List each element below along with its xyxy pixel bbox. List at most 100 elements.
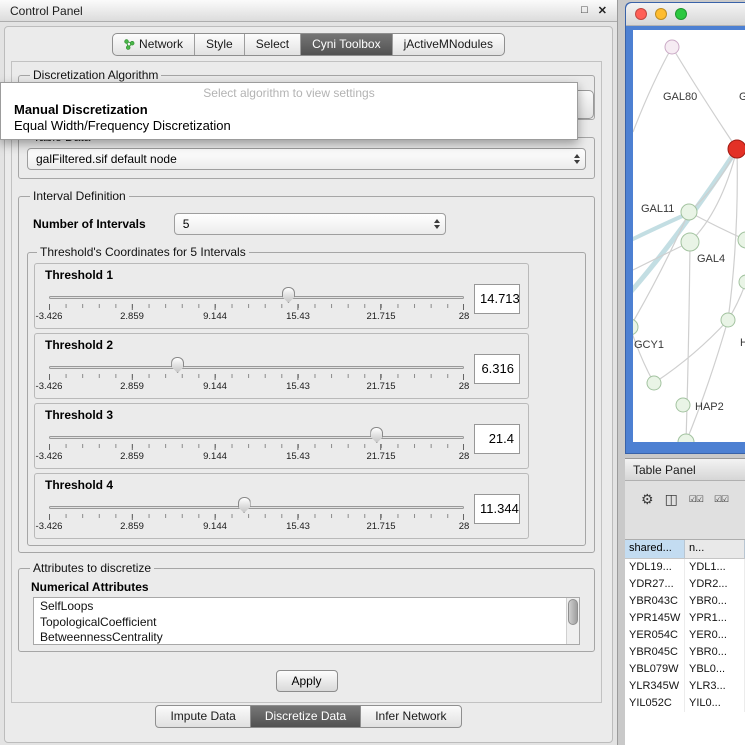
- float-window-icon[interactable]: □: [581, 4, 588, 17]
- tab-impute-data[interactable]: Impute Data: [155, 705, 250, 728]
- network-node[interactable]: [665, 40, 679, 54]
- slider-thumb[interactable]: [238, 497, 251, 513]
- network-graph[interactable]: GAL80GGAL11GAL4GCY1HHAP2: [633, 30, 745, 442]
- slider-thumb[interactable]: [370, 427, 383, 443]
- tab-style[interactable]: Style: [194, 34, 244, 55]
- table-cell: YER0...: [685, 627, 745, 644]
- window-minimize-icon[interactable]: [655, 8, 667, 20]
- numerical-attributes-list[interactable]: SelfLoopsTopologicalCoefficientBetweenne…: [33, 597, 580, 645]
- network-edge[interactable]: [633, 242, 690, 270]
- network-node[interactable]: [681, 233, 699, 251]
- tab-network[interactable]: Network: [113, 34, 194, 55]
- algorithm-option-manual-discretization[interactable]: Manual Discretization: [1, 102, 577, 118]
- table-row[interactable]: YLR345WYLR3...: [625, 678, 745, 695]
- table-row[interactable]: YPR145WYPR1...: [625, 610, 745, 627]
- window-zoom-icon[interactable]: [675, 8, 687, 20]
- column-header-2[interactable]: n...: [685, 540, 745, 558]
- table-row[interactable]: YBL079WYBL0...: [625, 661, 745, 678]
- network-edge[interactable]: [633, 327, 654, 383]
- scrollbar-thumb[interactable]: [568, 599, 578, 625]
- numerical-attribute-item[interactable]: BetweennessCentrality: [40, 630, 579, 645]
- threshold-label: Threshold 4: [45, 478, 520, 492]
- slider-thumb[interactable]: [171, 357, 184, 373]
- slider-major-ticks: [49, 304, 464, 310]
- numerical-attribute-item[interactable]: TopologicalCoefficient: [40, 615, 579, 631]
- number-of-intervals-label: Number of Intervals: [33, 217, 146, 231]
- tab-select[interactable]: Select: [244, 34, 300, 55]
- network-node[interactable]: [678, 434, 694, 442]
- table-cell: YBL0...: [685, 661, 745, 678]
- tab-infer-network[interactable]: Infer Network: [360, 705, 461, 728]
- table-panel-header[interactable]: Table Panel: [625, 459, 745, 481]
- column-header-1[interactable]: shared...: [625, 540, 685, 558]
- network-edge[interactable]: [633, 212, 689, 327]
- select-visible-columns-icon[interactable]: ☑☑: [689, 494, 703, 505]
- table-row[interactable]: YDL19...YDL1...: [625, 559, 745, 576]
- network-node[interactable]: [739, 275, 745, 289]
- threshold-slider[interactable]: -3.4262.8599.14415.4321.71528: [49, 284, 464, 326]
- slider-tick-labels: -3.4262.8599.14415.4321.71528: [49, 381, 464, 393]
- gear-icon[interactable]: ⚙: [641, 491, 654, 508]
- network-window-titlebar[interactable]: [626, 3, 745, 26]
- selected-node[interactable]: [728, 140, 745, 158]
- attributes-group-title: Attributes to discretize: [30, 561, 154, 575]
- tab-label: Cyni Toolbox: [312, 37, 380, 51]
- network-edge[interactable]: [686, 320, 728, 442]
- control-panel-titlebar[interactable]: Control Panel □ ✕: [0, 0, 617, 22]
- table-row[interactable]: YER054CYER0...: [625, 627, 745, 644]
- network-edge[interactable]: [654, 320, 728, 383]
- tab-cyni-toolbox[interactable]: Cyni Toolbox: [300, 34, 391, 55]
- threshold-panel-3: Threshold 3-3.4262.8599.14415.4321.71528…: [34, 403, 529, 469]
- tick-label: 15.43: [286, 381, 310, 392]
- table-cell: YDL1...: [685, 559, 745, 576]
- tab-jactivemnodules[interactable]: jActiveMNodules: [392, 34, 504, 55]
- tick-label: 2.859: [120, 521, 144, 532]
- network-edge[interactable]: [633, 149, 737, 296]
- threshold-value-field[interactable]: 11.344: [474, 494, 520, 524]
- table-row[interactable]: YDR27...YDR2...: [625, 576, 745, 593]
- tick-label: 15.43: [286, 451, 310, 462]
- threshold-slider[interactable]: -3.4262.8599.14415.4321.71528: [49, 354, 464, 396]
- slider-major-ticks: [49, 374, 464, 380]
- numerical-attribute-item[interactable]: SelfLoops: [40, 599, 579, 615]
- algorithm-option-equal-width-frequency-discretization[interactable]: Equal Width/Frequency Discretization: [1, 118, 577, 134]
- threshold-slider[interactable]: -3.4262.8599.14415.4321.71528: [49, 494, 464, 536]
- threshold-value-field[interactable]: 14.713: [474, 284, 520, 314]
- network-node[interactable]: [681, 204, 697, 220]
- network-node[interactable]: [633, 319, 638, 335]
- select-all-columns-icon[interactable]: ☑☑: [714, 494, 728, 505]
- tick-label: 9.144: [203, 521, 227, 532]
- threshold-value-field[interactable]: 6.316: [474, 354, 520, 384]
- network-icon: [124, 39, 135, 50]
- network-canvas[interactable]: GAL80GGAL11GAL4GCY1HHAP2: [633, 30, 745, 442]
- network-edge[interactable]: [686, 242, 690, 442]
- network-edge[interactable]: [633, 47, 672, 132]
- network-node[interactable]: [721, 313, 735, 327]
- threshold-value-field[interactable]: 21.4: [474, 424, 520, 454]
- network-node[interactable]: [647, 376, 661, 390]
- table-row[interactable]: YIL052CYIL0...: [625, 695, 745, 712]
- table-cell: YBR045C: [625, 644, 685, 661]
- network-view-window: GAL80GGAL11GAL4GCY1HHAP2: [625, 2, 745, 454]
- node-label: H: [740, 337, 745, 349]
- table-data-select[interactable]: galFiltered.sif default node: [27, 148, 586, 170]
- slider-tick-labels: -3.4262.8599.14415.4321.71528: [49, 451, 464, 463]
- window-close-icon[interactable]: [635, 8, 647, 20]
- table-data-value: galFiltered.sif default node: [36, 152, 177, 166]
- columns-icon[interactable]: ◫: [665, 491, 678, 508]
- tab-discretize-data[interactable]: Discretize Data: [250, 705, 361, 728]
- table-row[interactable]: YBR043CYBR0...: [625, 593, 745, 610]
- threshold-slider[interactable]: -3.4262.8599.14415.4321.71528: [49, 424, 464, 466]
- discretization-algorithm-group-title: Discretization Algorithm: [30, 68, 161, 82]
- slider-thumb[interactable]: [282, 287, 295, 303]
- attributes-scrollbar[interactable]: [566, 598, 579, 644]
- tab-label: Network: [139, 37, 183, 51]
- slider-tick-labels: -3.4262.8599.14415.4321.71528: [49, 311, 464, 323]
- node-label: GAL80: [663, 91, 697, 103]
- table-row[interactable]: YBR045CYBR0...: [625, 644, 745, 661]
- number-of-intervals-select[interactable]: 5: [174, 213, 446, 235]
- close-window-icon[interactable]: ✕: [598, 4, 607, 17]
- network-node[interactable]: [676, 398, 690, 412]
- apply-button[interactable]: Apply: [276, 670, 338, 692]
- network-node[interactable]: [738, 232, 745, 248]
